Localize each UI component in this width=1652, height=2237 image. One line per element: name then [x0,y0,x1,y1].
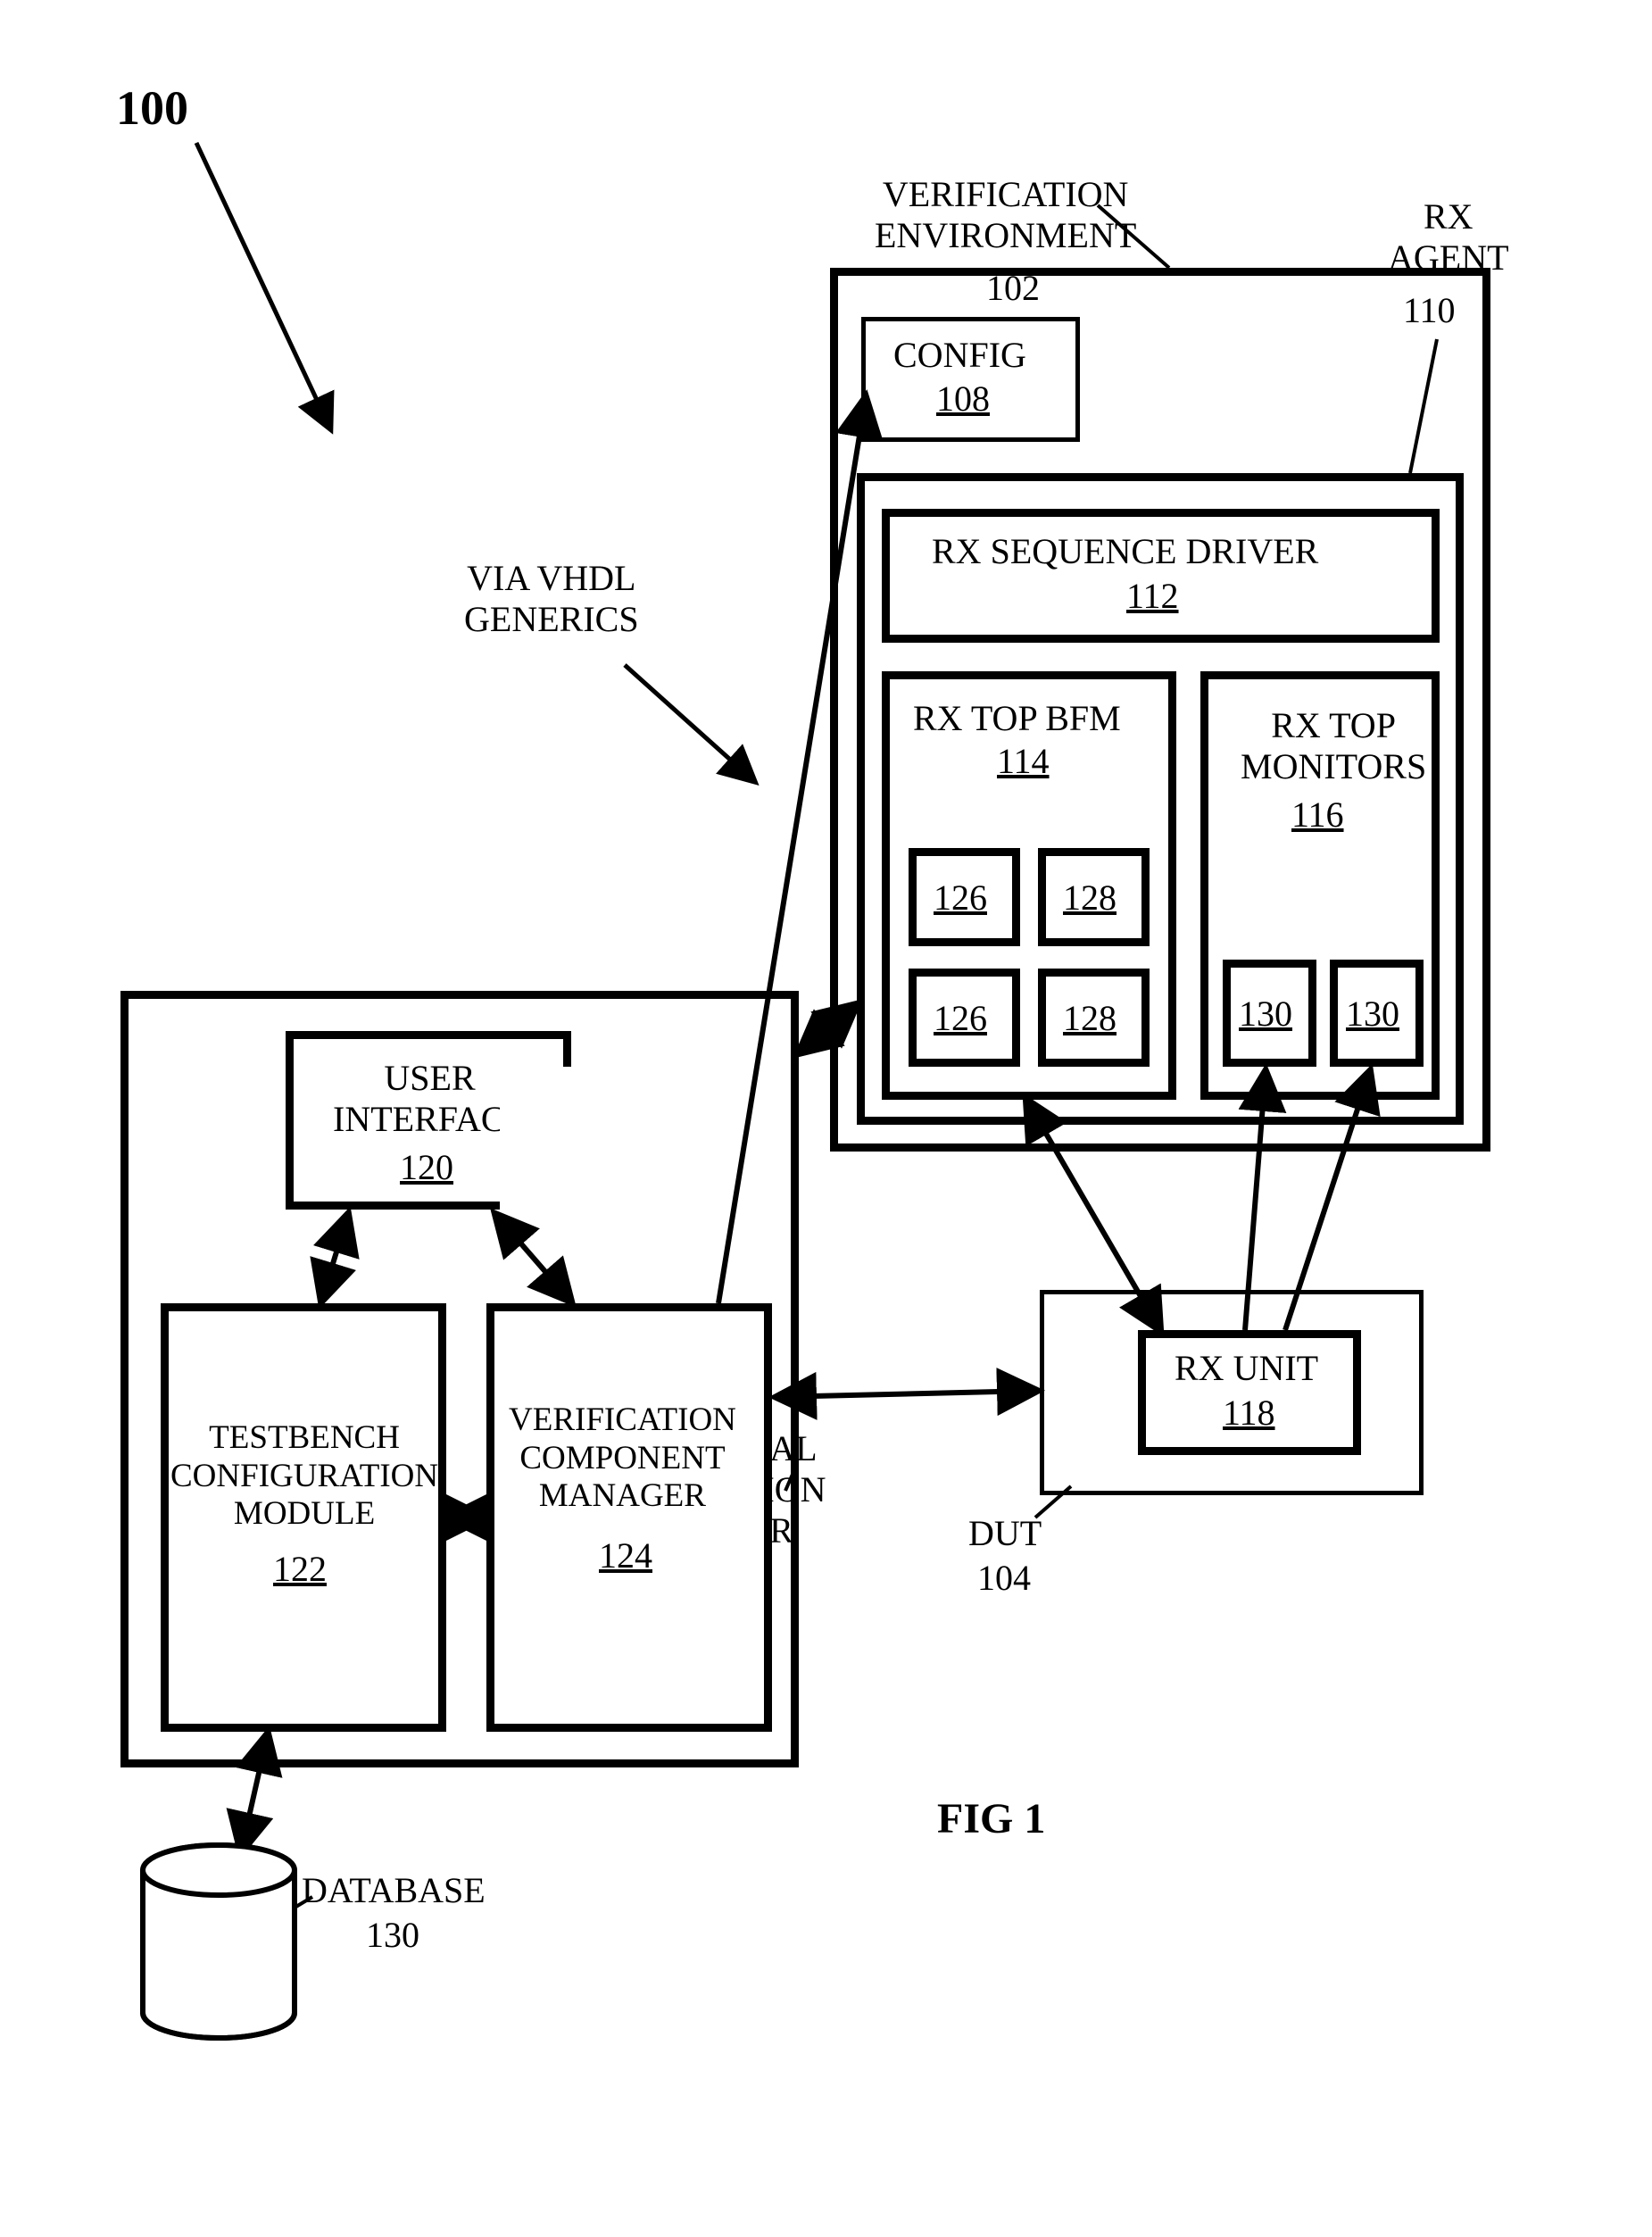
testbench-config-ref: 122 [273,1549,327,1590]
user-interface-ref: 120 [400,1147,453,1188]
rx-agent-title: RX AGENT [1388,196,1509,279]
rx-top-bfm-ref: 114 [997,741,1050,782]
database-cylinder [143,1845,295,2038]
verification-environment-title: VERIFICATION ENVIRONMENT [875,174,1136,256]
database-title: DATABASE [302,1870,486,1911]
vcm-box [486,1303,772,1732]
rx-sequence-driver-ref: 112 [1126,576,1179,617]
monitors-sub-130-b-ref: 130 [1346,994,1399,1035]
figure-number: 100 [116,80,188,136]
rx-sequence-driver-title: RX SEQUENCE DRIVER [932,531,1318,572]
rx-top-monitors-ref: 116 [1291,794,1344,836]
via-vhdl-generics-label: VIA VHDL GENERICS [464,558,639,640]
rx-top-bfm-title: RX TOP BFM [913,698,1121,739]
monitors-sub-130-a-ref: 130 [1239,994,1292,1035]
config-title: CONFIG [893,335,1026,376]
rx-unit-ref: 118 [1223,1393,1275,1434]
bfm-sub-126-a-ref: 126 [934,877,987,919]
user-interface-title: USER INTERFACE [333,1058,527,1140]
rx-agent-ref: 110 [1403,290,1456,331]
rx-top-monitors-title: RX TOP MONITORS [1241,705,1426,787]
vcm-ref-inner: 124 [599,1535,652,1576]
rx-unit-title: RX UNIT [1175,1348,1318,1389]
dut-ref: 104 [977,1558,1031,1599]
dut-title: DUT [968,1513,1042,1554]
bfm-sub-128-a-ref: 128 [1063,877,1117,919]
bfm-sub-128-b-ref: 128 [1063,998,1117,1039]
database-ref: 130 [366,1915,419,1956]
bfm-sub-126-b-ref: 126 [934,998,987,1039]
figure-caption: FIG 1 [937,1794,1045,1843]
patch [500,1067,785,1254]
config-ref: 108 [936,378,990,420]
verification-environment-ref: 102 [986,268,1040,309]
testbench-config-title: TESTBENCH CONFIGURATION MODULE [170,1419,438,1534]
vcm-title-inner: VERIFICATION COMPONENT MANAGER [509,1401,736,1516]
